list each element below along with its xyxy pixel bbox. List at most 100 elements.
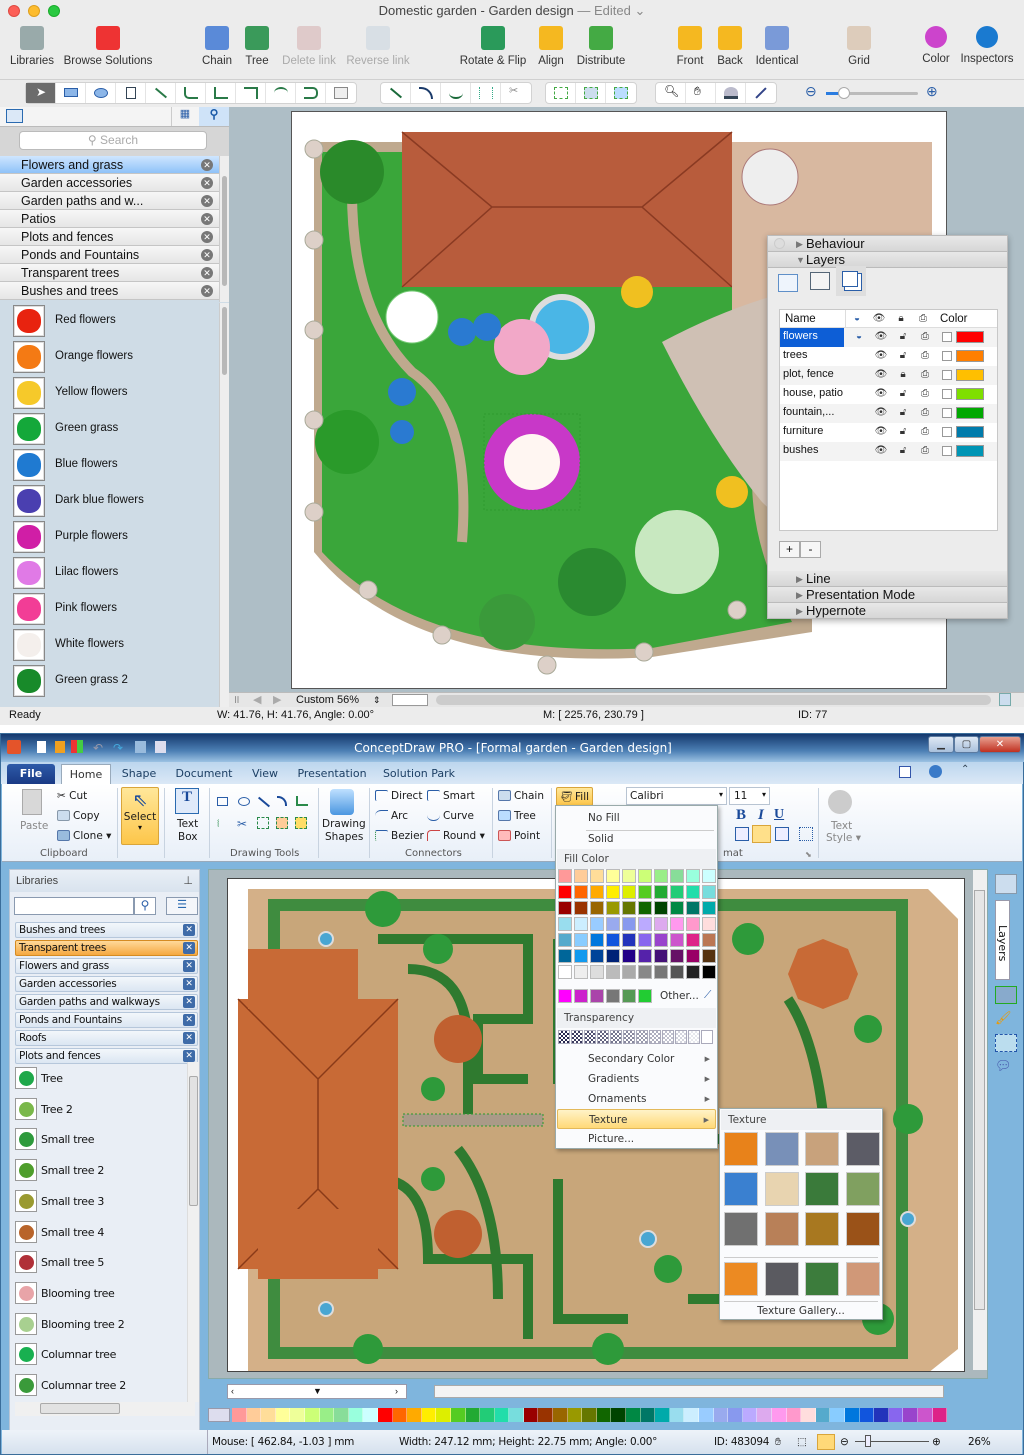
library-item[interactable]: Plots and fences ✕ [15, 1048, 198, 1064]
search-icon[interactable]: ⚲ [134, 897, 156, 915]
library-list-scrollbar[interactable] [219, 156, 229, 302]
add-layer-button[interactable]: + [779, 541, 800, 558]
color-swatch[interactable] [622, 901, 636, 915]
zoom-window-icon[interactable]: ⬚ [797, 1430, 807, 1454]
palette-color[interactable] [771, 1408, 787, 1422]
palette-color[interactable] [713, 1408, 729, 1422]
layer-checkbox[interactable] [942, 408, 952, 418]
color-swatch[interactable] [670, 965, 684, 979]
color-swatch[interactable] [622, 917, 636, 931]
shape-item[interactable]: Blooming tree 2 [15, 1312, 185, 1343]
recent-color-swatch[interactable] [606, 989, 620, 1003]
page-layers-icon[interactable] [778, 274, 798, 292]
color-swatch[interactable] [654, 901, 668, 915]
color-swatch[interactable] [686, 901, 700, 915]
close-library-icon[interactable]: ✕ [183, 1014, 195, 1026]
zoom-slider[interactable] [855, 1435, 929, 1447]
transparency-swatch[interactable] [584, 1030, 596, 1044]
color-swatch[interactable] [654, 885, 668, 899]
texture-grass[interactable] [805, 1172, 839, 1206]
current-layer-icon[interactable] [848, 347, 870, 366]
texture-cream-paper[interactable] [764, 1172, 799, 1206]
library-search-input[interactable]: ⚲ Search [19, 131, 207, 150]
close-library-icon[interactable]: ✕ [201, 231, 213, 243]
close-library-icon[interactable]: ✕ [201, 249, 213, 261]
transparency-swatch[interactable] [701, 1030, 713, 1044]
printer-icon[interactable]: ⎙ [914, 442, 936, 461]
color-swatch[interactable] [622, 949, 636, 963]
shape-item[interactable]: Orange flowers [0, 339, 219, 375]
secondary-color-option[interactable]: Secondary Color ▶ [557, 1049, 716, 1069]
layer-checkbox[interactable] [942, 389, 952, 399]
color-swatch[interactable] [686, 917, 700, 931]
shape-list-scrollbar[interactable] [219, 303, 229, 707]
minimize-button[interactable]: ▁ [928, 736, 954, 753]
color-swatch[interactable] [558, 933, 572, 947]
page-dropdown-icon[interactable]: ▼ [313, 1386, 322, 1396]
pan-tool-button[interactable]: ✋︎ [686, 83, 716, 103]
maximize-button[interactable]: ▢ [954, 736, 979, 753]
texture-moss[interactable] [845, 1172, 880, 1206]
arc-connector-button[interactable]: Arc [375, 810, 408, 822]
tab-shape[interactable]: Shape [115, 764, 163, 784]
transparency-swatch[interactable] [662, 1030, 674, 1044]
layer-color-swatch[interactable] [956, 331, 984, 343]
color-swatch[interactable] [558, 917, 572, 931]
color-swatch[interactable] [590, 917, 604, 931]
palette-color[interactable] [582, 1408, 597, 1422]
library-tree-icon[interactable]: ☰ [166, 897, 198, 915]
round-connector-button[interactable] [296, 83, 326, 103]
app-logo-icon[interactable] [7, 740, 21, 754]
transparency-swatch[interactable] [688, 1030, 700, 1044]
palette-color[interactable] [509, 1408, 524, 1422]
round-connector-button[interactable]: Round ▾ [427, 830, 485, 842]
color-swatch[interactable] [702, 869, 716, 883]
shape-item[interactable]: Pink flowers [0, 591, 219, 627]
zoom-slider[interactable] [826, 87, 918, 99]
palette-color[interactable] [421, 1408, 437, 1422]
behaviour-panel-icon[interactable] [995, 986, 1017, 1004]
layers-side-tab[interactable]: Layers [995, 900, 1010, 980]
recent-color-swatch[interactable] [558, 989, 572, 1003]
library-item[interactable]: Flowers and grass ✕ [0, 156, 219, 174]
text-style-button[interactable]: Text [831, 820, 852, 832]
texture-wood[interactable] [845, 1212, 880, 1246]
tab-document[interactable]: Document [171, 764, 237, 784]
library-item[interactable]: Transparent trees ✕ [15, 940, 198, 956]
palette-color[interactable] [917, 1408, 933, 1422]
ellipse-tool-icon[interactable] [238, 797, 250, 806]
elbow-connector-button[interactable] [236, 83, 266, 103]
window-layout-icon[interactable] [899, 766, 911, 778]
color-swatch[interactable] [574, 949, 588, 963]
layers-tab-active[interactable] [836, 266, 866, 296]
shape-item[interactable]: Tree 2 [15, 1097, 185, 1128]
palette-color[interactable] [669, 1408, 685, 1422]
prev-page-arrow-icon[interactable]: ‹ [231, 1386, 234, 1396]
help-icon[interactable] [929, 765, 942, 778]
shape-item[interactable]: Blue flowers [0, 447, 219, 483]
color-swatch[interactable] [670, 869, 684, 883]
color-swatch[interactable] [638, 933, 652, 947]
section-presentation-mode[interactable]: ▶ Presentation Mode [768, 587, 1007, 603]
transparency-swatch[interactable] [597, 1030, 609, 1044]
section-hypernote[interactable]: ▶ Hypernote [768, 603, 1007, 619]
save-icon[interactable] [135, 741, 146, 753]
current-layer-icon[interactable]: ◒ [848, 328, 870, 347]
zoom-tool-button[interactable]: 🔍︎ [656, 83, 686, 103]
hand-tool-icon[interactable]: ✋︎ [775, 1430, 781, 1454]
shape-item[interactable]: Dark blue flowers [0, 483, 219, 519]
close-button[interactable]: ✕ [979, 736, 1021, 753]
texture-orange-marble[interactable] [724, 1132, 758, 1166]
color-swatch[interactable] [670, 933, 684, 947]
layer-name[interactable]: trees [780, 347, 844, 366]
shape-item[interactable]: Small tree 2 [15, 1159, 185, 1189]
shape-item[interactable]: Lilac flowers [0, 555, 219, 591]
color-swatch[interactable] [590, 901, 604, 915]
printer-icon[interactable]: ⎙ [914, 404, 936, 423]
crop-icon[interactable] [276, 817, 288, 829]
shape-item[interactable]: Red flowers [0, 303, 219, 339]
color-swatch[interactable] [558, 949, 572, 963]
palette-color[interactable] [377, 1408, 393, 1422]
tab-presentation[interactable]: Presentation [293, 764, 371, 784]
search-toggle-icon[interactable]: ⚲ [199, 107, 229, 126]
